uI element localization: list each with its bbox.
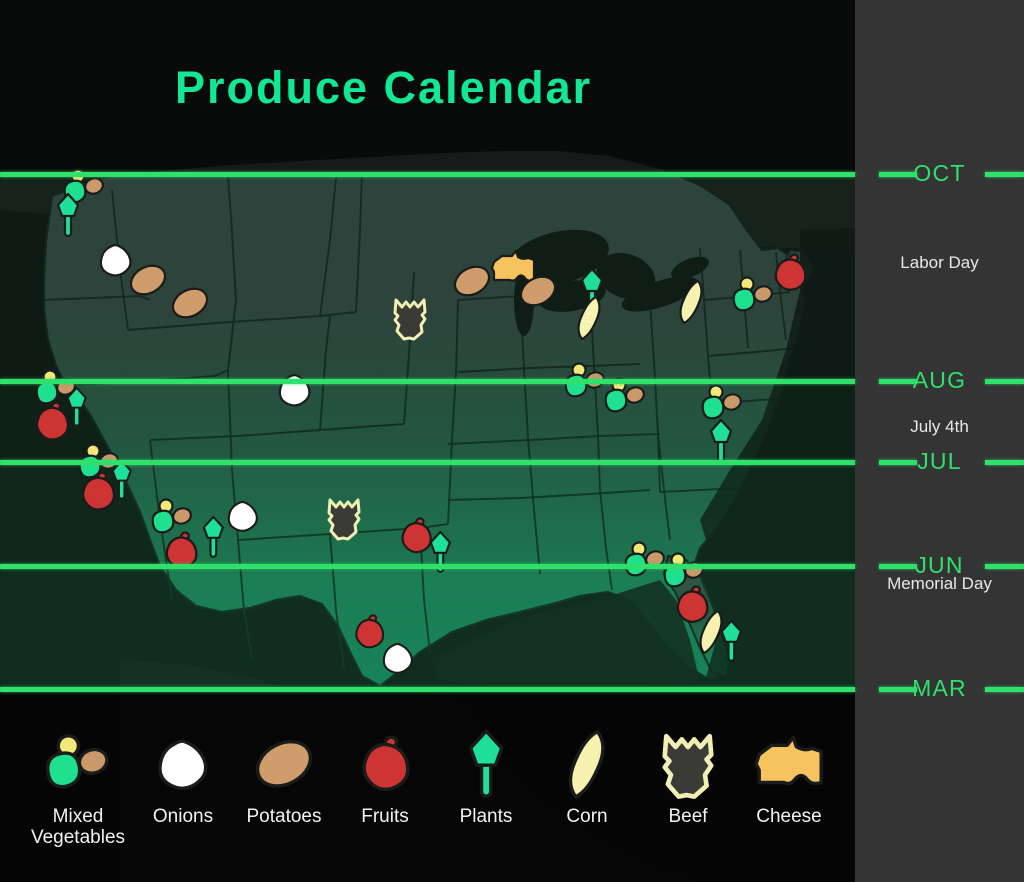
month-label-aug: AUG (912, 367, 967, 393)
season-rule-oct (0, 172, 855, 177)
month-label-jul: JUL (917, 448, 962, 474)
timeline-layer: OCT AUG JUL JUN MAR Labor Day July 4th Memorial… (0, 0, 1024, 882)
month-label-mar: MAR (912, 675, 967, 701)
season-rule-mar (0, 687, 855, 692)
season-rule-jul (0, 460, 855, 465)
holiday-label-july-4th: July 4th (910, 417, 969, 436)
season-rule-aug (0, 379, 855, 384)
produce-calendar-infographic: Produce Calendar Mixed Vegetables Onions… (0, 0, 1024, 882)
holiday-label-memorial-day: Memorial Day (887, 574, 992, 593)
season-rule-jun (0, 564, 855, 569)
holiday-label-labor-day: Labor Day (900, 253, 979, 272)
month-label-oct: OCT (913, 160, 966, 186)
